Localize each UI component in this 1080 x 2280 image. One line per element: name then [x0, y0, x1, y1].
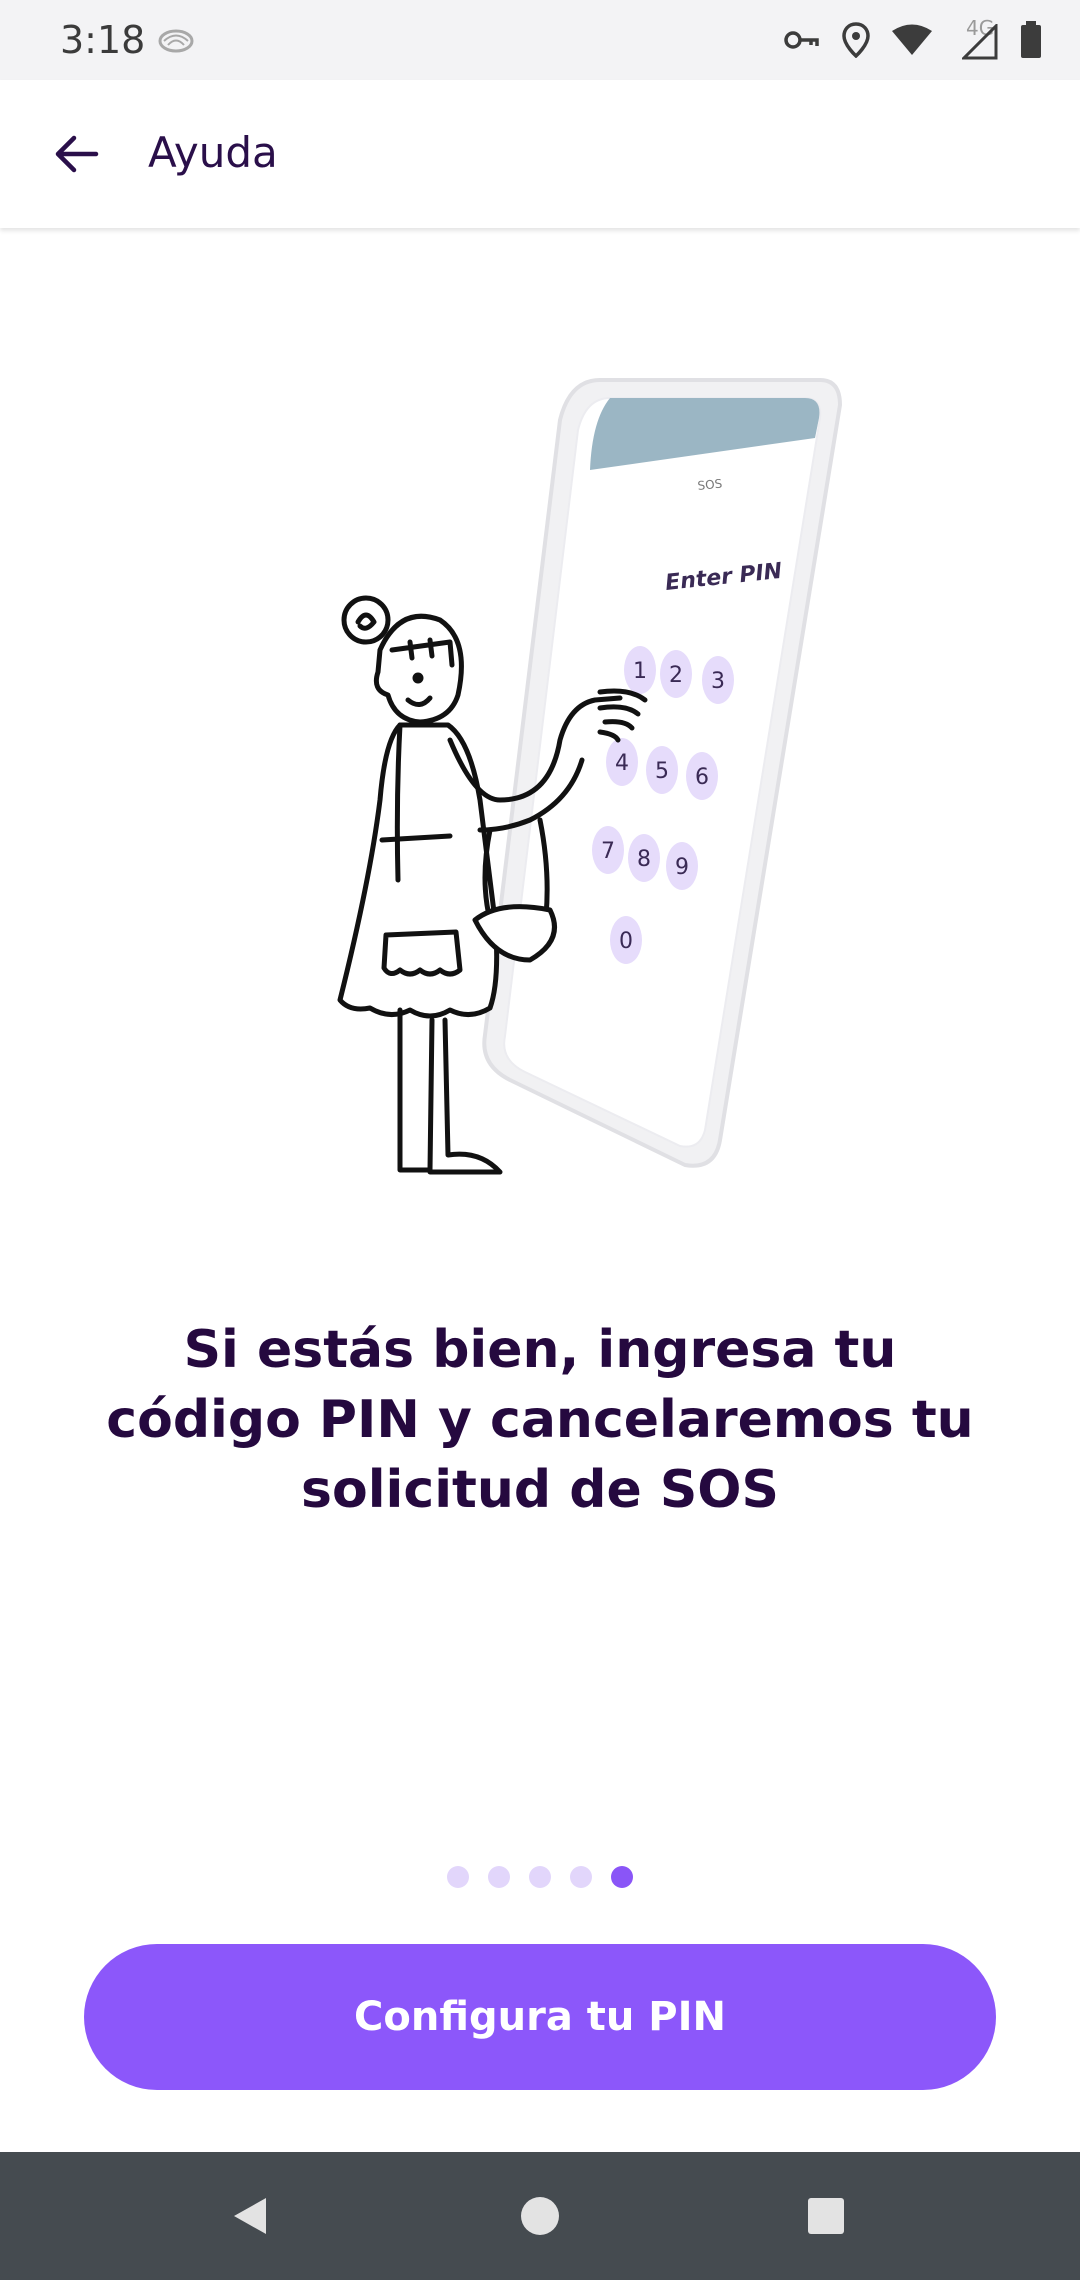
key-0: 0 — [619, 929, 633, 954]
key-7: 7 — [601, 839, 615, 864]
wifi-icon — [892, 24, 932, 55]
page-dot[interactable] — [447, 1866, 469, 1888]
nav-home-button[interactable] — [500, 2176, 580, 2256]
key-3: 3 — [711, 669, 725, 694]
status-time: 3:18 — [60, 18, 146, 62]
cell-signal-icon — [962, 24, 998, 60]
notification-icon — [158, 29, 194, 53]
nav-recents-button[interactable] — [786, 2176, 866, 2256]
triangle-back-icon — [234, 2198, 266, 2234]
instruction-message: Si estás bien, ingresa tu código PIN y c… — [106, 1320, 974, 1520]
page-dot[interactable] — [570, 1866, 592, 1888]
battery-icon — [1021, 21, 1041, 58]
cell-signal: 4G — [954, 16, 998, 60]
back-button[interactable] — [36, 114, 116, 194]
page-dot[interactable] — [488, 1866, 510, 1888]
page-indicator — [0, 1866, 1080, 1888]
key-6: 6 — [695, 765, 709, 790]
enter-pin-illustration: SOS Enter PIN 1 2 3 4 5 6 7 8 9 0 — [337, 378, 843, 1175]
key-2: 2 — [669, 663, 683, 688]
location-icon — [842, 22, 870, 58]
arrow-back-icon — [55, 135, 99, 173]
page-dot[interactable] — [529, 1866, 551, 1888]
status-bar: 3:18 4G — [0, 0, 1080, 80]
page-dot-active[interactable] — [611, 1866, 633, 1888]
configure-pin-button[interactable]: Configura tu PIN — [84, 1944, 996, 2090]
circle-home-icon — [521, 2197, 559, 2235]
vpn-key-icon — [784, 31, 819, 49]
phone-screen-header: SOS — [697, 476, 723, 493]
key-9: 9 — [675, 855, 689, 880]
nav-back-button[interactable] — [210, 2176, 290, 2256]
square-recents-icon — [808, 2198, 844, 2234]
app-bar: Ayuda — [0, 80, 1080, 228]
status-icons: 4G — [784, 16, 1042, 64]
help-screen: 3:18 4G Ayuda SOS Enter PIN 1 2 3 4 5 6 … — [0, 0, 1080, 2280]
system-nav-bar — [0, 2152, 1080, 2280]
key-4: 4 — [615, 751, 629, 776]
key-5: 5 — [655, 759, 669, 784]
page-title: Ayuda — [148, 128, 278, 177]
key-8: 8 — [637, 847, 651, 872]
phone-illustration: SOS Enter PIN 1 2 3 4 5 6 7 8 9 0 — [482, 378, 843, 1168]
key-1: 1 — [633, 659, 647, 684]
